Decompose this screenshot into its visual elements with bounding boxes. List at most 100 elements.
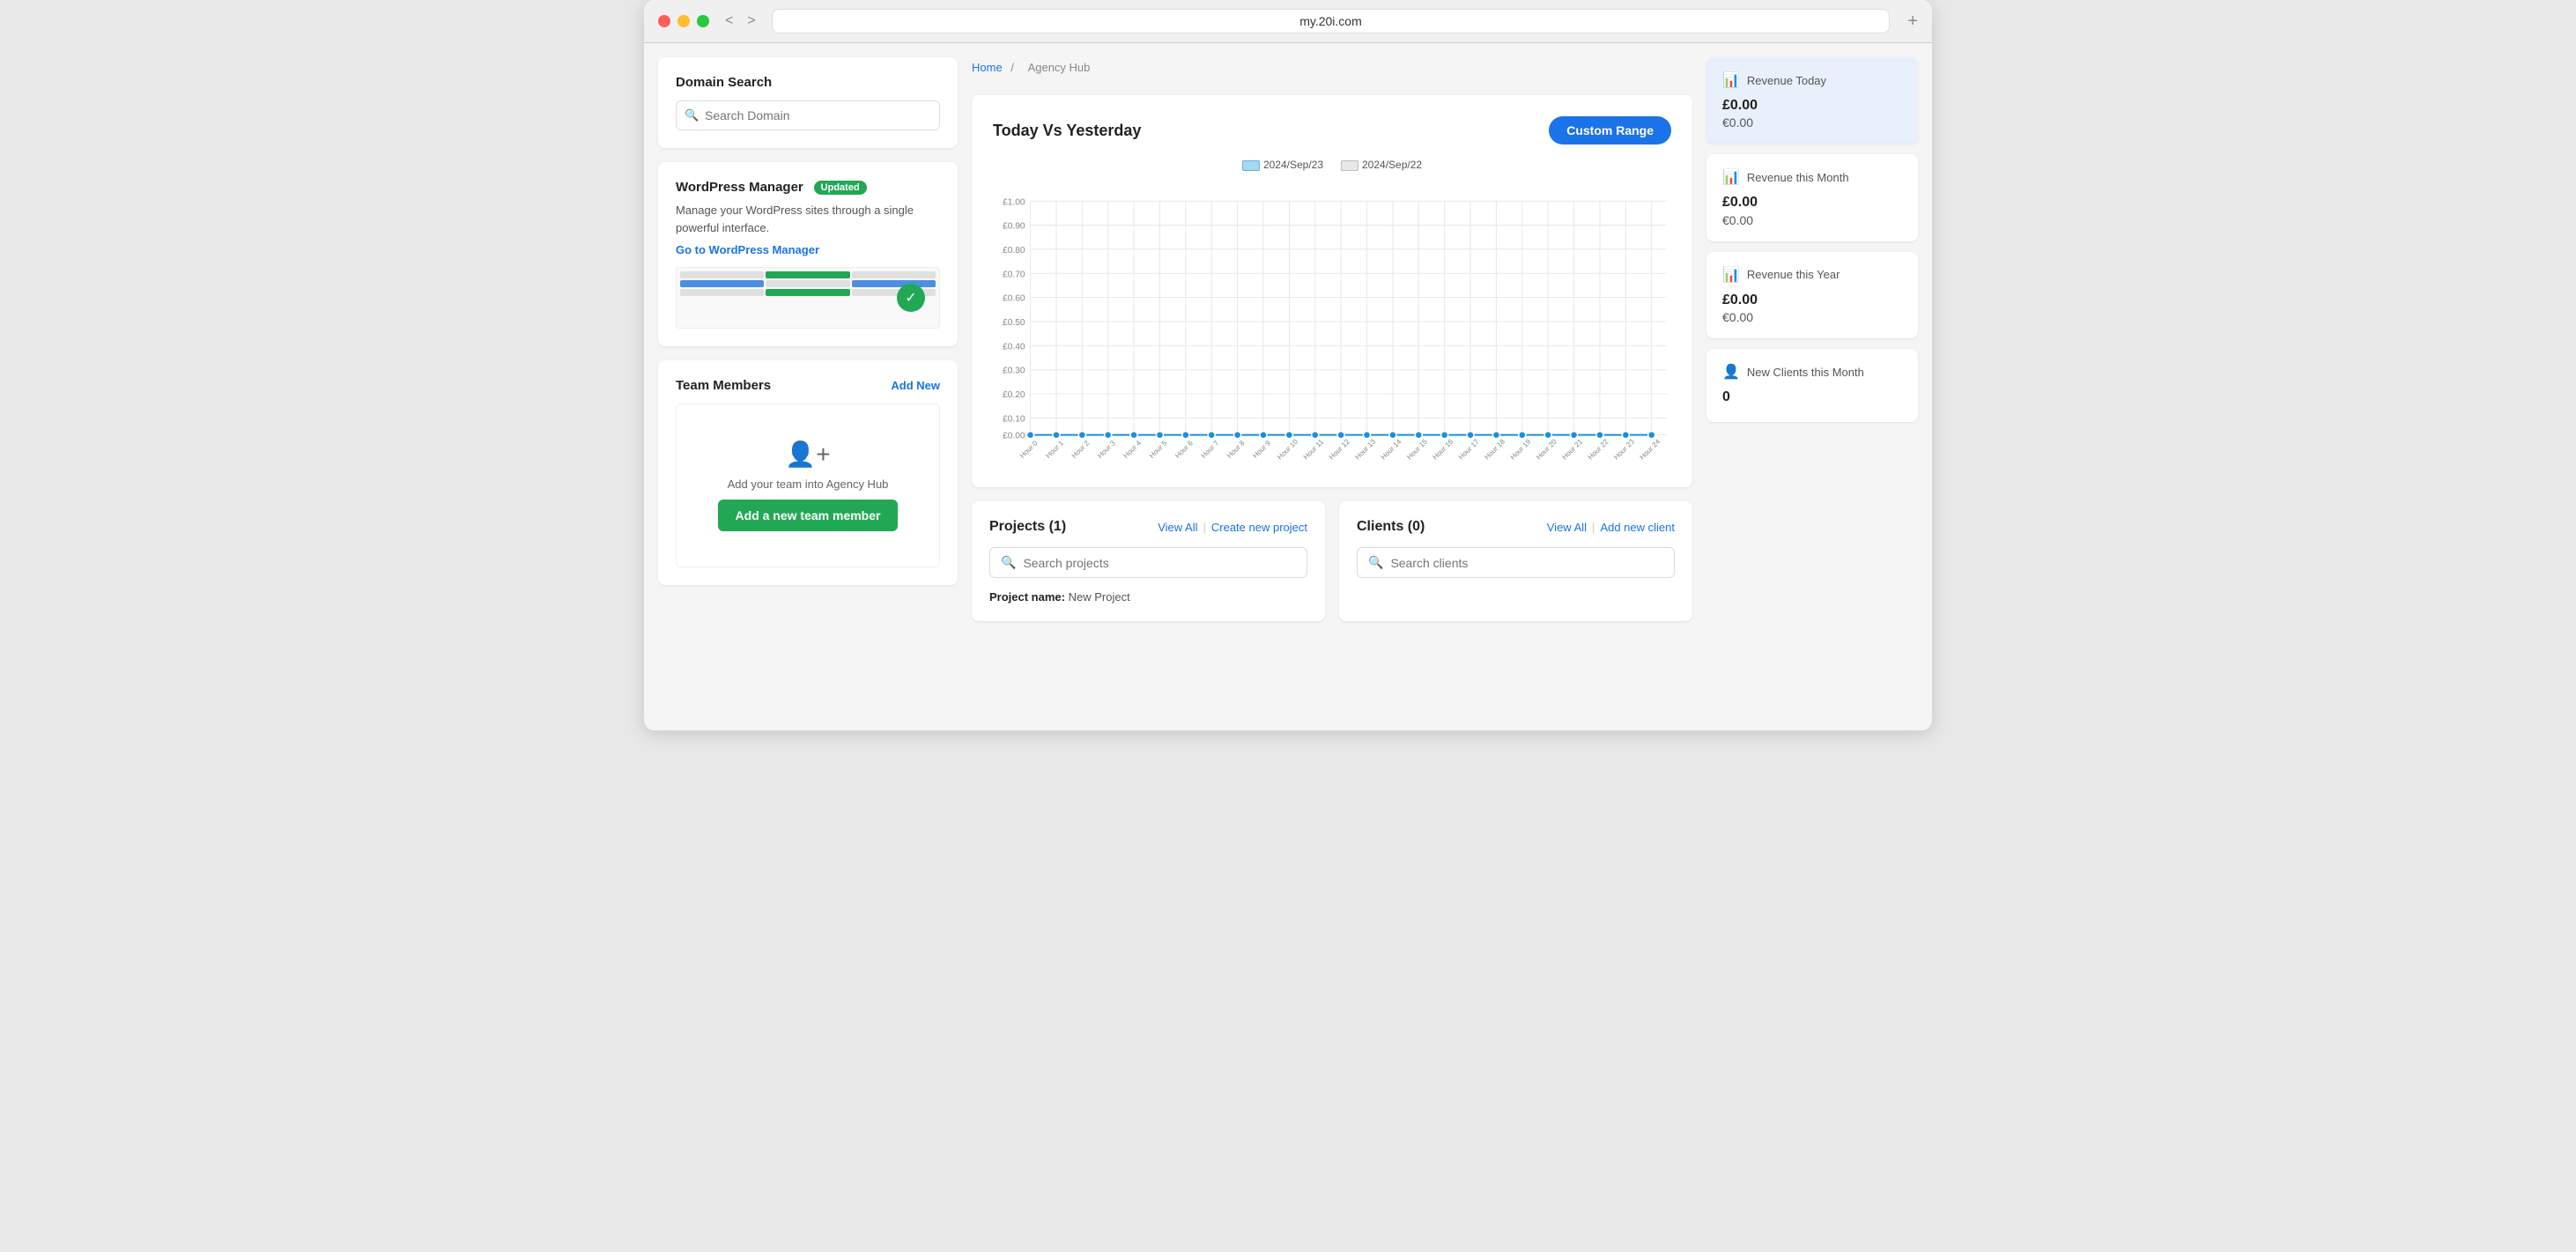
svg-text:£0.90: £0.90 — [1003, 222, 1025, 232]
revenue-today-label: Revenue Today — [1747, 74, 1826, 87]
wordpress-manager-title: WordPress Manager — [676, 180, 803, 195]
wordpress-preview: ✓ — [676, 267, 940, 329]
chart-wrap: £1.00 £0.90 £0.80 £0.70 £0.60 £0.50 £0.4… — [993, 182, 1671, 466]
search-icon: 🔍 — [685, 108, 699, 122]
add-client-link[interactable]: Add new client — [1600, 521, 1675, 534]
add-team-member-button[interactable]: Add a new team member — [718, 500, 899, 531]
legend-today-label: 2024/Sep/23 — [1263, 159, 1323, 171]
new-tab-button[interactable]: + — [1907, 11, 1918, 32]
svg-text:£0.10: £0.10 — [1003, 414, 1025, 424]
clients-actions: View All | Add new client — [1547, 521, 1675, 534]
svg-text:Hour 1: Hour 1 — [1044, 439, 1065, 460]
svg-text:£0.30: £0.30 — [1003, 367, 1025, 376]
svg-text:Hour 0: Hour 0 — [1018, 439, 1040, 460]
revenue-year-label: Revenue this Year — [1747, 268, 1840, 281]
revenue-year-gbp: £0.00 — [1722, 291, 1902, 310]
svg-text:£0.60: £0.60 — [1003, 294, 1025, 304]
url-bar[interactable]: my.20i.com — [772, 9, 1891, 33]
svg-text:£0.80: £0.80 — [1003, 246, 1025, 256]
revenue-today-gbp: £0.00 — [1722, 96, 1902, 115]
svg-text:Hour 21: Hour 21 — [1560, 437, 1584, 461]
person-icon: 👤 — [1722, 363, 1740, 381]
bottom-row: Projects (1) View All | Create new proje… — [972, 501, 1692, 621]
add-new-link[interactable]: Add New — [891, 379, 940, 392]
svg-text:Hour 13: Hour 13 — [1353, 437, 1377, 461]
svg-text:£0.20: £0.20 — [1003, 390, 1025, 400]
domain-search-title: Domain Search — [676, 75, 940, 90]
clients-search-input[interactable] — [1390, 556, 1663, 570]
svg-text:Hour 11: Hour 11 — [1302, 438, 1326, 462]
wordpress-manager-link[interactable]: Go to WordPress Manager — [676, 243, 940, 256]
legend-today-box — [1242, 160, 1260, 171]
create-project-link[interactable]: Create new project — [1211, 521, 1307, 534]
separator: | — [1203, 521, 1205, 534]
svg-text:Hour 20: Hour 20 — [1535, 437, 1558, 461]
clients-title: Clients (0) — [1357, 519, 1425, 535]
check-icon: ✓ — [897, 284, 925, 312]
project-name-value: New Project — [1069, 590, 1130, 604]
projects-view-all-link[interactable]: View All — [1158, 521, 1197, 534]
left-sidebar: Domain Search 🔍 WordPress Manager Update… — [658, 57, 958, 716]
new-clients-value: 0 — [1722, 388, 1902, 407]
minimize-button[interactable] — [677, 15, 690, 27]
right-sidebar: 📊 Revenue Today £0.00 €0.00 📊 Revenue th… — [1706, 57, 1918, 716]
clients-search-box: 🔍 — [1357, 547, 1675, 578]
clients-view-all-link[interactable]: View All — [1547, 521, 1587, 534]
close-button[interactable] — [658, 15, 670, 27]
svg-text:£0.50: £0.50 — [1003, 318, 1025, 328]
revenue-month-label: Revenue this Month — [1747, 171, 1849, 184]
svg-text:Hour 24: Hour 24 — [1639, 437, 1662, 461]
team-empty-text: Add your team into Agency Hub — [728, 478, 889, 491]
svg-text:Hour 6: Hour 6 — [1173, 439, 1195, 460]
svg-text:Hour 18: Hour 18 — [1483, 437, 1506, 461]
clients-label: Clients — [1357, 519, 1403, 534]
svg-text:Hour 17: Hour 17 — [1457, 437, 1481, 461]
svg-text:Hour 4: Hour 4 — [1122, 439, 1144, 460]
updated-badge: Updated — [814, 181, 867, 195]
domain-search-input[interactable] — [676, 100, 940, 130]
search-icon: 🔍 — [1001, 555, 1016, 570]
search-icon: 🔍 — [1368, 555, 1383, 570]
projects-search-box: 🔍 — [989, 547, 1307, 578]
revenue-chart: £1.00 £0.90 £0.80 £0.70 £0.60 £0.50 £0.4… — [993, 182, 1671, 463]
domain-search-wrap: 🔍 — [676, 100, 940, 130]
svg-text:Hour 10: Hour 10 — [1276, 437, 1299, 461]
svg-text:Hour 14: Hour 14 — [1380, 437, 1403, 461]
svg-text:Hour 9: Hour 9 — [1251, 439, 1272, 460]
bar-chart-icon: 📊 — [1722, 168, 1740, 186]
svg-text:Hour 3: Hour 3 — [1096, 439, 1117, 460]
svg-text:Hour 8: Hour 8 — [1225, 439, 1247, 460]
bar-chart-icon: 📊 — [1722, 71, 1740, 89]
projects-label: Projects — [989, 519, 1045, 534]
breadcrumb-current: Agency Hub — [1028, 61, 1091, 74]
legend-yesterday-label: 2024/Sep/22 — [1362, 159, 1422, 171]
revenue-today-card: 📊 Revenue Today £0.00 €0.00 — [1706, 57, 1918, 144]
svg-text:Hour 23: Hour 23 — [1612, 437, 1636, 461]
nav-buttons: < > — [720, 11, 761, 31]
svg-text:Hour 12: Hour 12 — [1328, 437, 1351, 461]
projects-actions: View All | Create new project — [1158, 521, 1307, 534]
projects-count: (1) — [1049, 519, 1067, 534]
maximize-button[interactable] — [697, 15, 709, 27]
team-members-card: Team Members Add New 👤+ Add your team in… — [658, 360, 958, 585]
breadcrumb-home[interactable]: Home — [972, 61, 1003, 74]
svg-text:Hour 7: Hour 7 — [1200, 439, 1221, 460]
revenue-year-eur: €0.00 — [1722, 310, 1902, 324]
chart-legend: 2024/Sep/23 2024/Sep/22 — [993, 159, 1671, 171]
svg-text:£0.40: £0.40 — [1003, 342, 1025, 352]
projects-search-input[interactable] — [1023, 556, 1296, 570]
back-button[interactable]: < — [720, 11, 738, 31]
svg-text:Hour 19: Hour 19 — [1509, 437, 1533, 461]
revenue-today-eur: €0.00 — [1722, 115, 1902, 130]
svg-text:Hour 15: Hour 15 — [1405, 437, 1429, 461]
svg-text:Hour 22: Hour 22 — [1587, 437, 1610, 461]
domain-search-card: Domain Search 🔍 — [658, 57, 958, 148]
forward-button[interactable]: > — [742, 11, 760, 31]
revenue-month-card: 📊 Revenue this Month £0.00 €0.00 — [1706, 154, 1918, 241]
new-clients-card: 👤 New Clients this Month 0 — [1706, 349, 1918, 421]
projects-title: Projects (1) — [989, 519, 1066, 535]
center-content: Home / Agency Hub Today Vs Yesterday Cus… — [972, 57, 1692, 716]
team-members-title: Team Members — [676, 378, 771, 393]
custom-range-button[interactable]: Custom Range — [1549, 116, 1671, 144]
clients-card: Clients (0) View All | Add new client 🔍 — [1339, 501, 1692, 621]
